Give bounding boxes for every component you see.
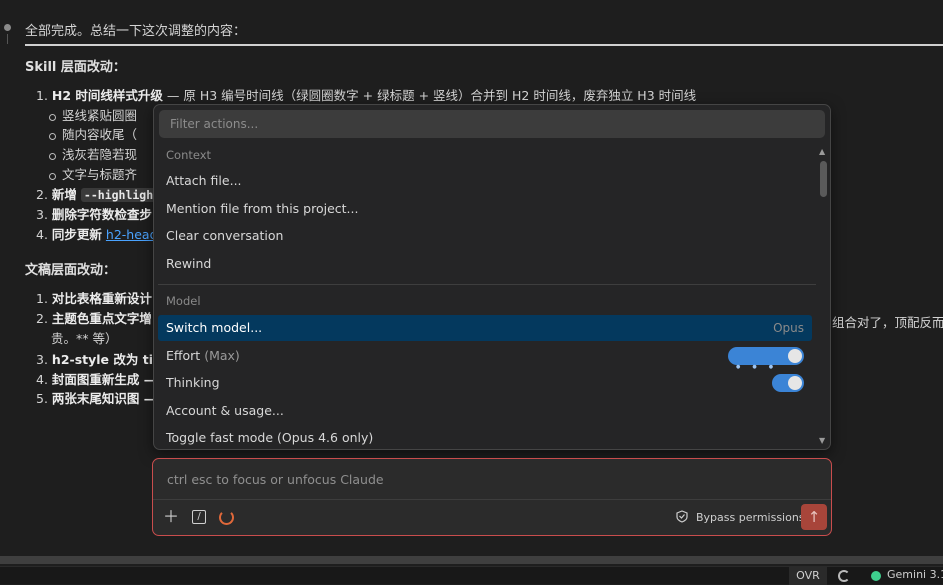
menu-item-clear-conversation[interactable]: Clear conversation <box>158 223 812 249</box>
section-context-label: Context <box>166 148 212 162</box>
composer-input[interactable]: ctrl esc to focus or unfocus Claude <box>167 472 384 487</box>
status-bar: OVR Gemini 3.1 <box>0 566 943 585</box>
effort-label: Effort <box>166 348 201 363</box>
scroll-down-icon[interactable]: ▼ <box>819 436 825 445</box>
sync-icon[interactable] <box>838 570 850 582</box>
timeline-line <box>7 34 8 44</box>
menu-scrollbar[interactable]: ▲ ▼ <box>818 147 828 447</box>
skill-subitem: 浅灰若隐若现 <box>48 147 138 162</box>
scrollbar-track[interactable] <box>0 556 943 564</box>
menu-item-switch-model[interactable]: Switch model... Opus <box>158 315 812 341</box>
draft-item-2-overflow: 组合对了，顶配反而不 <box>832 315 943 330</box>
actions-menu: Context Attach file... Mention file from… <box>153 104 831 450</box>
message-composer[interactable]: ctrl esc to focus or unfocus Claude ＋ / … <box>152 458 832 536</box>
switch-model-label: Switch model... <box>166 320 263 335</box>
draft-item-2: 2. 主题色重点文字增 <box>36 311 152 326</box>
send-button[interactable]: ↑ <box>801 504 827 530</box>
overwrite-mode-indicator[interactable]: OVR <box>789 567 827 585</box>
slash-command-icon[interactable]: / <box>192 510 206 524</box>
menu-item-account-usage[interactable]: Account & usage... <box>158 398 812 424</box>
filter-actions-input[interactable] <box>159 110 825 138</box>
skill-heading: Skill 层面改动： <box>25 60 126 75</box>
section-model-label: Model <box>166 294 201 308</box>
draft-item-4: 4. 封面图重新生成 — <box>36 372 157 387</box>
skill-subitem: 随内容收尾（ <box>48 127 138 142</box>
effort-value: (Max) <box>204 348 240 363</box>
toggle-knob <box>788 376 802 390</box>
menu-item-thinking[interactable]: Thinking <box>158 370 812 396</box>
summary-intro: 全部完成。总结一下这次调整的内容： <box>25 24 247 39</box>
draft-item-3: 3. h2-style 改为 tim <box>36 352 167 367</box>
menu-item-attach-file[interactable]: Attach file... <box>158 168 812 194</box>
loading-spinner-icon <box>219 510 234 525</box>
composer-divider <box>153 499 831 500</box>
slider-knob <box>788 349 802 363</box>
scroll-up-icon[interactable]: ▲ <box>819 147 825 156</box>
skill-item-3: 3. 删除字符数检查步 <box>36 207 152 222</box>
skill-subitem: 文字与标题齐 <box>48 167 138 182</box>
draft-item-5: 5. 两张末尾知识图 — <box>36 391 157 406</box>
menu-separator <box>158 284 816 285</box>
thinking-label: Thinking <box>166 375 220 390</box>
bypass-permissions-button[interactable]: Bypass permissions <box>696 511 805 524</box>
horizontal-scrollbar[interactable] <box>0 554 943 566</box>
bypass-permissions-icon[interactable] <box>675 509 689 523</box>
draft-heading: 文稿层面改动： <box>25 263 117 278</box>
skill-item-4: 4. 同步更新 h2-head <box>36 227 158 242</box>
skill-subitem: 竖线紧贴圆圈 <box>48 108 138 123</box>
message-bullet-icon <box>4 24 11 31</box>
gemini-status[interactable]: Gemini 3.1 <box>887 568 943 581</box>
add-icon[interactable]: ＋ <box>161 507 181 527</box>
divider <box>25 44 943 46</box>
draft-item-1: 1. 对比表格重新设计 <box>36 291 152 306</box>
gemini-status-icon <box>871 571 881 581</box>
menu-item-mention-file[interactable]: Mention file from this project... <box>158 196 812 222</box>
menu-item-effort[interactable]: Effort (Max) ●●● <box>158 343 812 370</box>
arrow-up-icon: ↑ <box>807 508 821 526</box>
inline-code: --highlight <box>80 188 164 202</box>
skill-item-2: 2. 新增 --highlight <box>36 186 164 204</box>
current-model-value: Opus <box>773 321 804 335</box>
draft-item-2-wrap: 贵。** 等） <box>51 331 118 346</box>
menu-item-toggle-fast-mode[interactable]: Toggle fast mode (Opus 4.6 only) <box>158 425 812 449</box>
scroll-thumb[interactable] <box>820 161 827 197</box>
file-link[interactable]: h2-head <box>106 227 158 242</box>
effort-slider[interactable]: ●●● <box>728 347 804 370</box>
thinking-toggle[interactable] <box>772 374 804 392</box>
menu-item-rewind[interactable]: Rewind <box>158 251 812 277</box>
skill-item-1: 1. H2 时间线样式升级 — 原 H3 编号时间线（绿圆圈数字 + 绿标题 +… <box>36 88 697 103</box>
